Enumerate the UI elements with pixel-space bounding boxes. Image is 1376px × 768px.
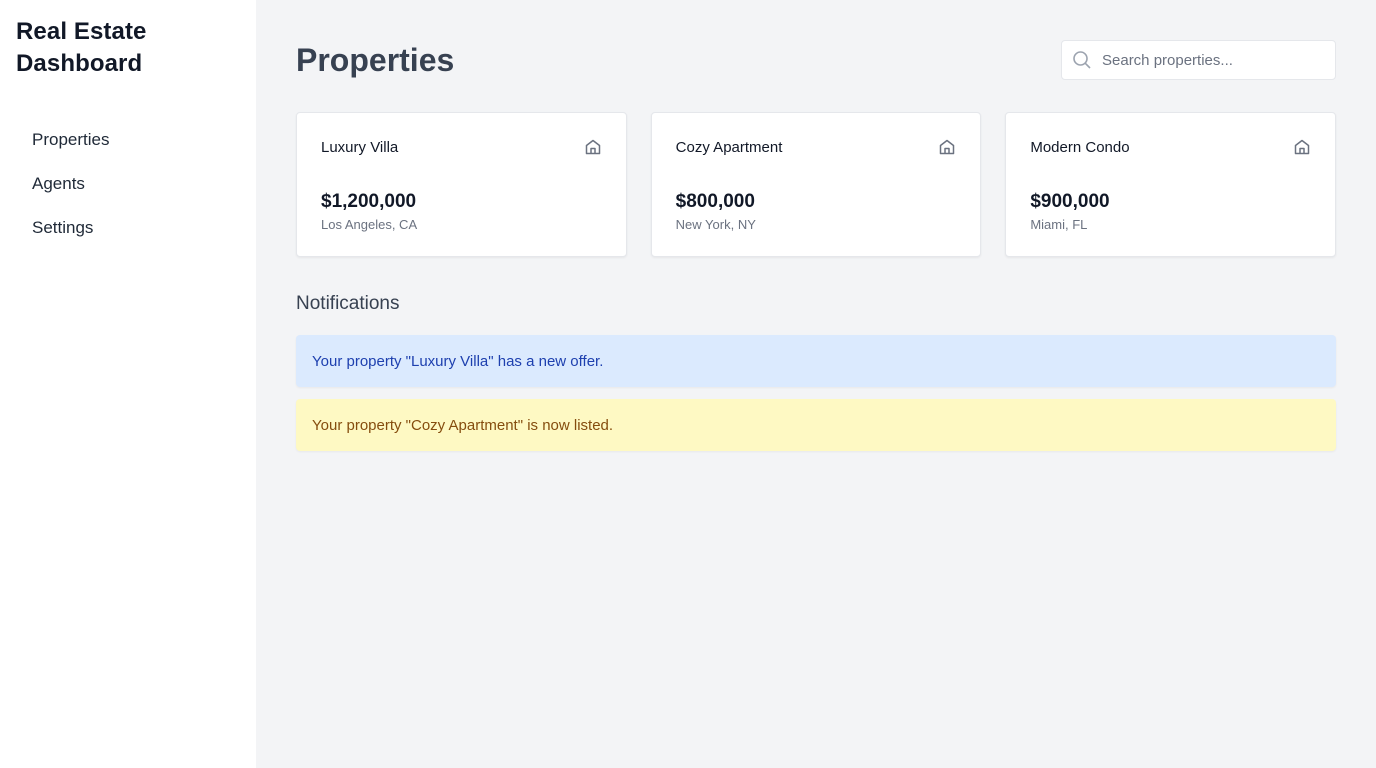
page-title: Properties xyxy=(296,41,455,78)
sidebar-nav: Properties Agents Settings xyxy=(16,122,240,254)
card-header: Cozy Apartment xyxy=(676,137,957,157)
sidebar-item-properties[interactable]: Properties xyxy=(16,122,240,166)
home-icon xyxy=(585,139,600,155)
notification-info: Your property "Luxury Villa" has a new o… xyxy=(296,335,1336,387)
search-box[interactable] xyxy=(1061,40,1336,80)
property-card[interactable]: Luxury Villa $1,200,000 Los Angeles, CA xyxy=(296,112,627,257)
sidebar-item-settings[interactable]: Settings xyxy=(16,210,240,254)
property-name: Luxury Villa xyxy=(321,138,399,156)
property-price: $1,200,000 xyxy=(321,191,417,212)
property-card[interactable]: Cozy Apartment $800,000 New York, NY xyxy=(650,112,982,257)
property-price: $900,000 xyxy=(1030,191,1110,212)
notifications-list: Your property "Luxury Villa" has a new o… xyxy=(296,335,1336,451)
property-cards: Luxury Villa $1,200,000 Los Angeles, CA … xyxy=(296,112,1337,257)
property-location: New York, NY xyxy=(675,217,756,232)
search-icon xyxy=(1073,51,1091,69)
home-icon xyxy=(1294,139,1310,155)
home-icon xyxy=(940,139,955,155)
property-location: Miami, FL xyxy=(1030,217,1088,232)
property-name: Modern Condo xyxy=(1030,138,1130,156)
app-root: Real Estate Dashboard Properties Agents … xyxy=(0,0,1376,768)
property-price: $800,000 xyxy=(675,191,755,212)
app-brand: Real Estate Dashboard xyxy=(16,18,147,77)
main-content: Properties Luxury Villa $1,200,000 xyxy=(256,0,1376,768)
card-header: Luxury Villa xyxy=(321,137,602,157)
notifications-title: Notifications xyxy=(296,293,400,314)
property-card[interactable]: Modern Condo $900,000 Miami, FL xyxy=(1005,112,1337,257)
sidebar-item-agents[interactable]: Agents xyxy=(16,166,240,210)
search-input[interactable] xyxy=(1102,51,1322,69)
property-name: Cozy Apartment xyxy=(675,138,783,156)
notification-warning: Your property "Cozy Apartment" is now li… xyxy=(296,399,1336,451)
top-bar: Properties xyxy=(296,40,1336,80)
card-header: Modern Condo xyxy=(1030,137,1311,157)
property-location: Los Angeles, CA xyxy=(321,217,418,232)
sidebar: Real Estate Dashboard Properties Agents … xyxy=(0,0,256,768)
